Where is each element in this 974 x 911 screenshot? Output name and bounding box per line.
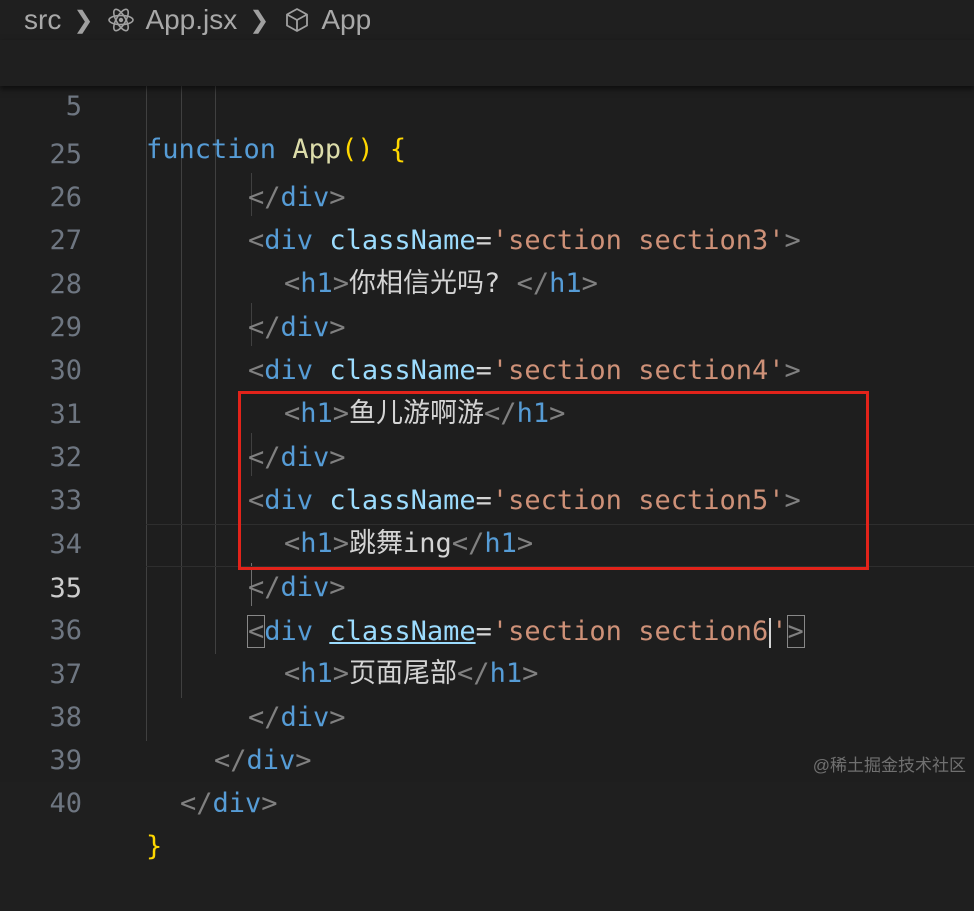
react-icon [105,4,137,36]
punct: > [261,788,278,819]
code-line[interactable]: 25 </div> [0,90,974,213]
code-line[interactable]: 36 <h1>页面尾部</h1> [0,566,974,689]
function-name: App [292,134,342,165]
tag-name: div [212,788,262,819]
code-line[interactable]: 37 </div> [0,610,974,733]
close-brace: } [146,831,163,862]
punct: </ [180,788,213,819]
code-line[interactable]: 29 <div className='section section4'> [0,263,974,386]
code-content: </div> [180,782,278,825]
code-line[interactable]: 38 </div> [0,653,974,776]
code-line[interactable]: 28 </div> [0,220,974,343]
breadcrumb: src ❯ App.jsx ❯ App [0,0,974,40]
chevron-right-icon: ❯ [73,6,94,34]
watermark: @稀土掘金技术社区 [812,756,966,775]
highlight-annotation-box [238,391,869,570]
line-number: 5 [65,91,82,122]
line-number: 40 [49,788,82,819]
code-content: function App() { [146,128,406,171]
breadcrumb-symbol[interactable]: App [321,4,371,36]
keyword: function [146,134,277,165]
chevron-right-icon: ❯ [249,6,270,34]
breadcrumb-folder[interactable]: src [24,4,61,36]
code-line[interactable]: 31 </div> [0,350,974,473]
code-line[interactable]: 27 <h1>你相信光吗? </h1> [0,176,974,299]
sticky-line[interactable]: 5 function App() { [0,42,974,165]
parens: () [341,134,374,165]
open-brace: { [389,134,407,165]
sticky-scroll-header[interactable]: 5 function App() { [0,40,974,165]
code-content: } [146,825,162,868]
breadcrumb-file[interactable]: App.jsx [145,4,237,36]
code-line[interactable]: 39 </div> [0,696,974,819]
code-line[interactable]: 30 <h1>鱼儿游啊游</h1> [0,306,974,429]
cube-icon [281,4,313,36]
